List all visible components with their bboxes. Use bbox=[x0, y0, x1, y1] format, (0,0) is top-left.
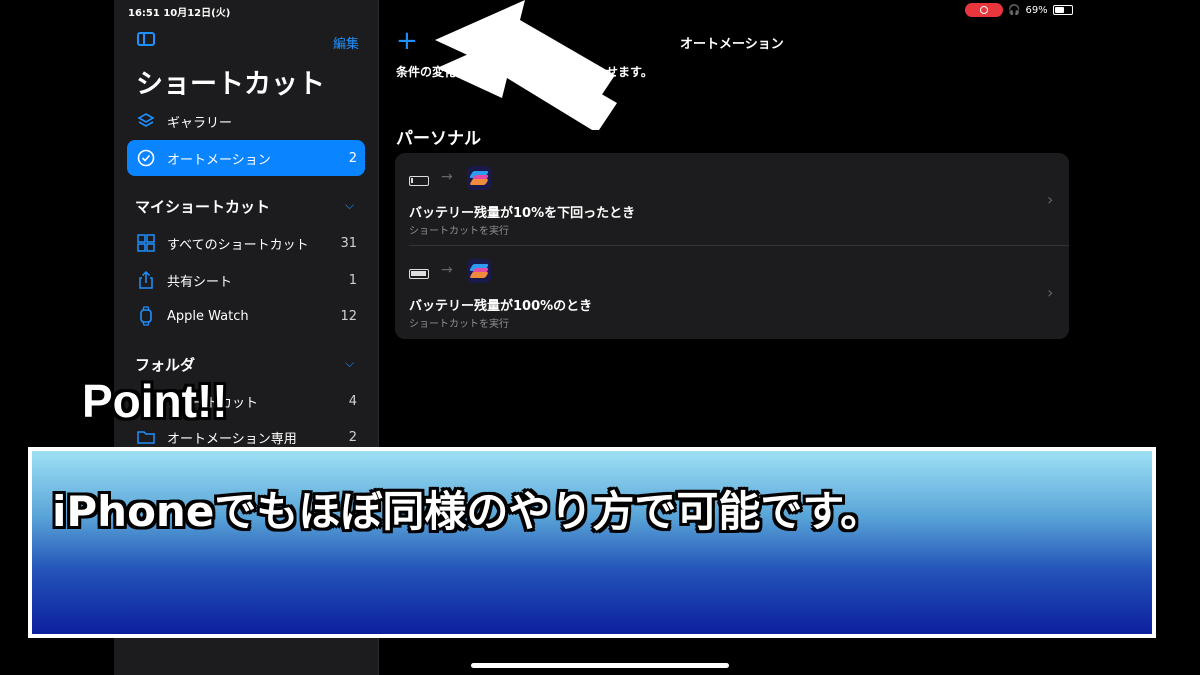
page-title: オートメーション bbox=[680, 37, 784, 52]
automation-subtitle: ショートカットを実行 bbox=[409, 319, 509, 330]
screen-recording-icon[interactable] bbox=[965, 3, 1003, 17]
sidebar-item-gallery[interactable]: ギャラリー bbox=[127, 103, 365, 139]
sidebar-item-count: 1 bbox=[348, 272, 357, 288]
chevron-right-icon: › bbox=[1047, 283, 1054, 302]
add-automation-button[interactable]: + bbox=[396, 26, 418, 56]
sidebar-item-automation[interactable]: オートメーション 2 bbox=[127, 140, 365, 176]
layers-icon bbox=[135, 110, 157, 132]
sidebar-item-count: 2 bbox=[348, 429, 357, 445]
headphones-icon: 🎧 bbox=[1008, 4, 1021, 16]
automation-subtitle: ショートカットを実行 bbox=[409, 226, 509, 237]
sidebar-item-apple-watch[interactable]: Apple Watch 12 bbox=[127, 298, 365, 334]
grid-icon bbox=[135, 232, 157, 254]
folder-icon bbox=[135, 426, 157, 448]
status-right: 🎧 69% bbox=[965, 3, 1073, 17]
automation-row[interactable]: → バッテリー残量が100%のとき ショートカットを実行 › bbox=[395, 246, 1069, 339]
sidebar-item-label: ギャラリー bbox=[167, 115, 233, 131]
battery-trigger-icon bbox=[409, 269, 429, 279]
chevron-right-icon: › bbox=[1047, 190, 1054, 209]
battery-icon bbox=[1052, 5, 1073, 15]
sidebar-item-label: すべてのショートカット bbox=[167, 237, 309, 253]
caption-text: iPhoneでもほぼ同様のやり方で可能です。 bbox=[52, 487, 883, 536]
shortcuts-app-icon bbox=[467, 259, 491, 283]
home-indicator[interactable] bbox=[471, 663, 729, 668]
chevron-down-icon[interactable]: ⌵ bbox=[345, 356, 354, 371]
folders-heading[interactable]: フォルダ bbox=[135, 354, 195, 375]
point-label: Point!! bbox=[82, 375, 228, 427]
automation-row[interactable]: → バッテリー残量が10%を下回ったとき ショートカットを実行 › bbox=[395, 153, 1069, 246]
sidebar-item-count: 12 bbox=[340, 308, 357, 324]
sidebar-title: ショートカット bbox=[136, 69, 325, 100]
battery-trigger-icon bbox=[409, 176, 429, 186]
sidebar-item-label: Apple Watch bbox=[167, 308, 249, 324]
my-shortcuts-heading[interactable]: マイショートカット bbox=[135, 196, 270, 217]
automation-title: バッテリー残量が100%のとき bbox=[409, 299, 593, 314]
edit-button[interactable]: 編集 bbox=[333, 33, 359, 52]
sidebar-item-count: 2 bbox=[348, 150, 357, 166]
chevron-down-icon[interactable]: ⌵ bbox=[345, 198, 354, 213]
sidebar-item-share-sheet[interactable]: 共有シート 1 bbox=[127, 262, 365, 298]
automation-list: → バッテリー残量が10%を下回ったとき ショートカットを実行 › → バッテリ… bbox=[395, 153, 1069, 339]
watch-icon bbox=[135, 305, 157, 327]
share-icon bbox=[135, 269, 157, 291]
arrow-right-icon: → bbox=[441, 262, 453, 278]
sidebar-toggle-icon[interactable] bbox=[137, 32, 155, 46]
sidebar-item-count: 31 bbox=[340, 235, 357, 251]
clock-check-icon bbox=[135, 147, 157, 169]
arrow-right-icon: → bbox=[441, 169, 453, 185]
pointer-arrow-overlay bbox=[435, 0, 617, 130]
sidebar-item-all-shortcuts[interactable]: すべてのショートカット 31 bbox=[127, 225, 365, 261]
caption-box bbox=[28, 447, 1156, 638]
shortcuts-app-icon bbox=[467, 166, 491, 190]
battery-percent: 69% bbox=[1025, 4, 1048, 16]
sidebar-item-label: オートメーション専用 bbox=[167, 431, 297, 447]
sidebar-item-label: 共有シート bbox=[167, 274, 233, 290]
status-time: 16:51 10月12日(火) bbox=[128, 8, 231, 19]
sidebar-item-label: オートメーション bbox=[167, 152, 271, 168]
sidebar-item-count: 4 bbox=[348, 393, 357, 409]
automation-title: バッテリー残量が10%を下回ったとき bbox=[409, 206, 636, 221]
